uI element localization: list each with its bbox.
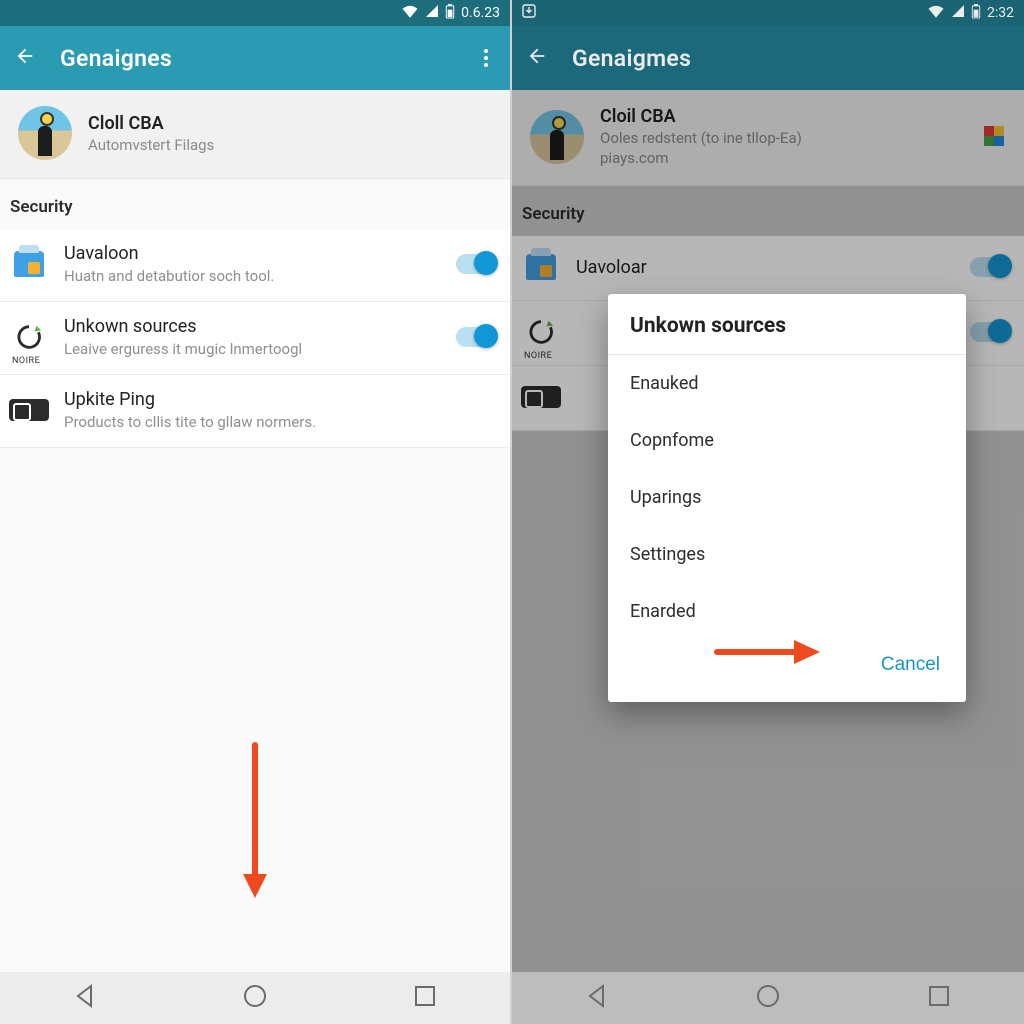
nav-recents-icon[interactable] [412, 983, 438, 1013]
settings-item-upkite-ping[interactable]: Upkite Ping Products to cllis tite to gl… [0, 375, 510, 448]
annotation-arrow-right [712, 632, 822, 676]
section-header: Security [0, 179, 510, 229]
right-screen: 2:32 Genaigmes Cloil CBA Ooles redstent … [512, 0, 1024, 1024]
annotation-arrow-down [240, 740, 270, 904]
signal-icon [425, 4, 439, 22]
nav-home-icon[interactable] [755, 983, 781, 1013]
dialog-option[interactable]: Settinges [608, 526, 966, 583]
android-nav-bar [0, 972, 510, 1024]
item-sub: Leaive erguress it mugic lnmertoogl [64, 340, 438, 358]
nav-home-icon[interactable] [242, 983, 268, 1013]
rect-switch-icon [12, 393, 46, 427]
battery-icon [445, 4, 455, 23]
item-sub: Huatn and detabutior soch tool. [64, 267, 438, 285]
item-sub: Products to cllis tite to gllaw normers. [64, 413, 496, 431]
item-title: Upkite Ping [64, 389, 496, 410]
profile-row[interactable]: Cloll CBA Automvstert Filags [0, 90, 510, 179]
nav-back-icon[interactable] [584, 983, 610, 1013]
cancel-button[interactable]: Cancel [877, 646, 944, 684]
toggle-switch[interactable] [456, 327, 496, 347]
toggle-switch[interactable] [456, 254, 496, 274]
status-bar: 0.6.23 [0, 0, 510, 26]
status-time: 0.6.23 [461, 5, 500, 21]
sync-icon-label: NOIRE [12, 356, 40, 366]
item-title: Unkown sources [64, 316, 438, 337]
dialog-title: Unkown sources [608, 294, 966, 355]
back-icon[interactable] [14, 45, 36, 71]
appbar-title: Genaignes [60, 45, 172, 72]
profile-name: Cloll CBA [88, 113, 214, 134]
profile-sub: Automvstert Filags [88, 136, 214, 154]
left-screen: 0.6.23 Genaignes Cloll CBA Automvstert F… [0, 0, 512, 1024]
settings-item-uavaloon[interactable]: Uavaloon Huatn and detabutior soch tool. [0, 229, 510, 302]
android-nav-bar [512, 972, 1024, 1024]
settings-item-unknown-sources[interactable]: NOIRE Unkown sources Leaive erguress it … [0, 302, 510, 375]
app-bar: Genaignes [0, 26, 510, 90]
nav-back-icon[interactable] [72, 983, 98, 1013]
dialog-option[interactable]: Copnfome [608, 412, 966, 469]
wifi-icon [401, 4, 419, 22]
sync-icon: NOIRE [12, 320, 46, 354]
settings-list: Uavaloon Huatn and detabutior soch tool.… [0, 229, 510, 448]
item-title: Uavaloon [64, 243, 438, 264]
dialog-option[interactable]: Enauked [608, 355, 966, 412]
dialog-option[interactable]: Uparings [608, 469, 966, 526]
avatar [18, 106, 72, 160]
overflow-menu-icon[interactable] [476, 41, 496, 75]
safe-icon [12, 247, 46, 281]
nav-recents-icon[interactable] [926, 983, 952, 1013]
